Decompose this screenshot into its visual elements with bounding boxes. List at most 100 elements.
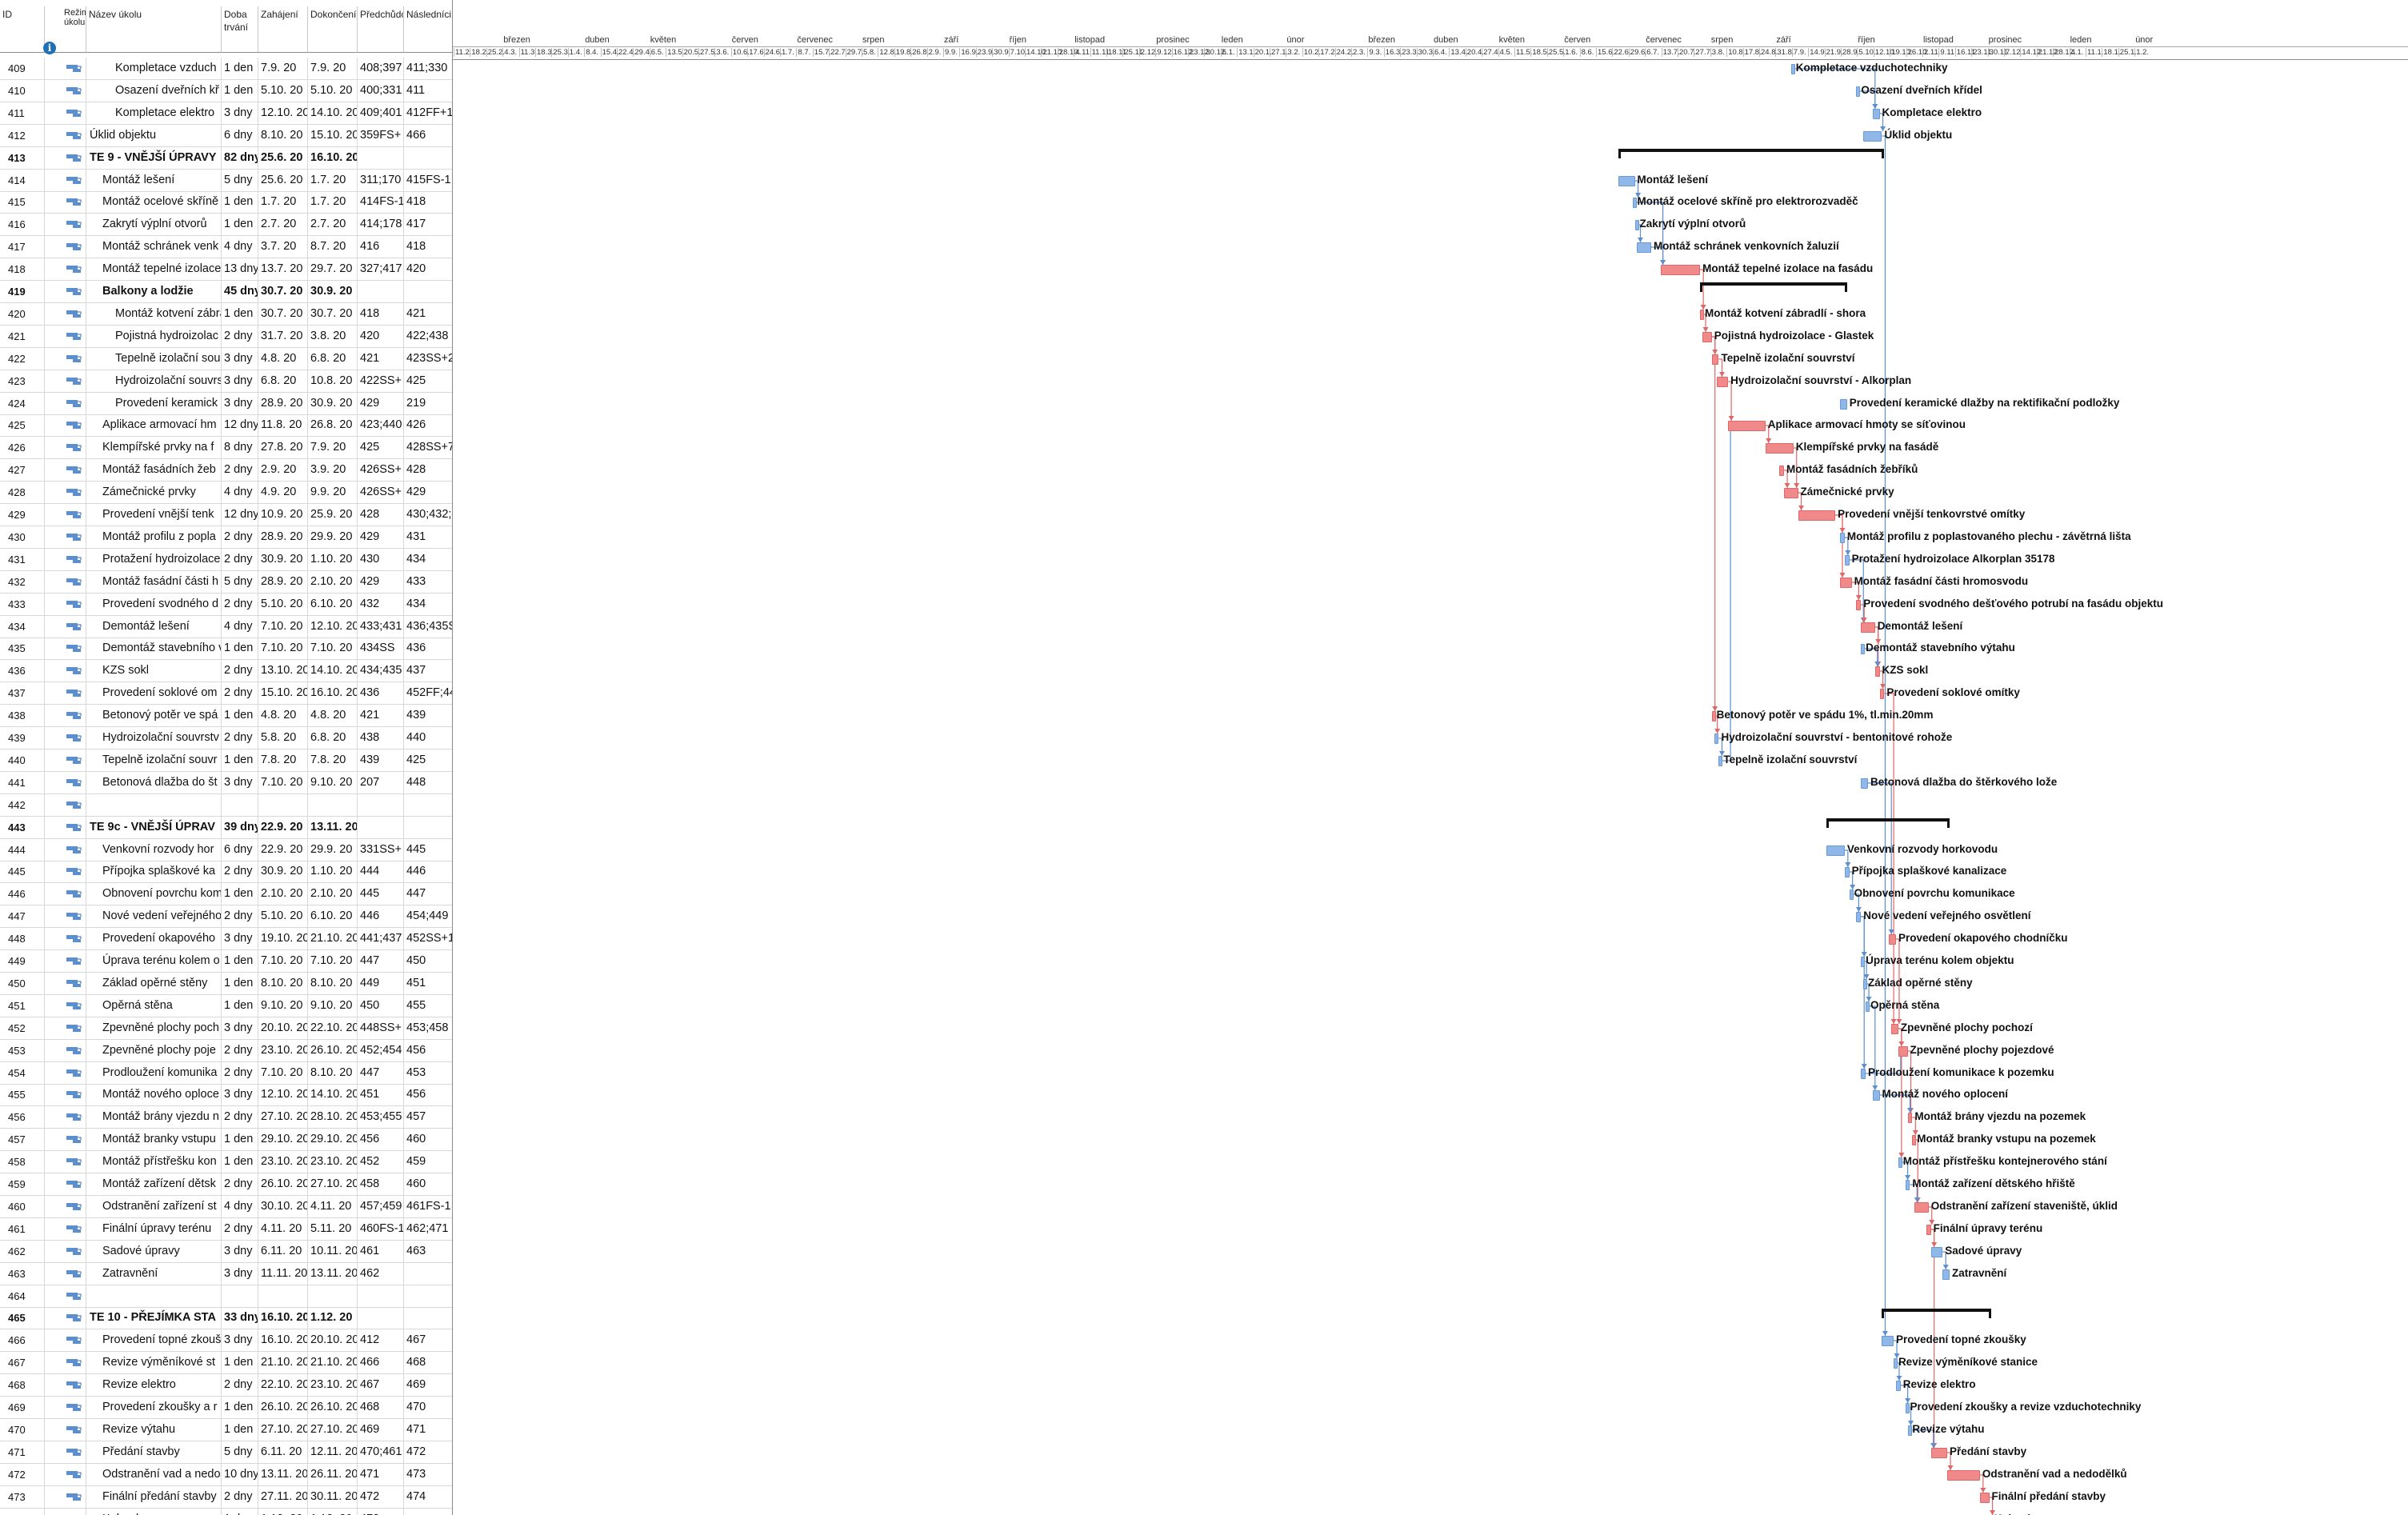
- task-name[interactable]: Odstranění vad a nedo: [86, 1464, 222, 1485]
- task-successors[interactable]: 411: [404, 80, 452, 102]
- task-name[interactable]: Odstranění zařízení st: [86, 1196, 222, 1217]
- task-start[interactable]: 7.10. 20: [258, 1062, 308, 1084]
- task-finish[interactable]: 30.9. 20: [308, 281, 358, 302]
- task-successors[interactable]: [404, 817, 452, 838]
- task-duration[interactable]: 3 dny: [222, 1017, 258, 1039]
- task-bar[interactable]: [1872, 109, 1880, 119]
- task-duration[interactable]: 1 den: [222, 705, 258, 726]
- task-id[interactable]: 414: [0, 170, 45, 191]
- task-name[interactable]: Sadové úpravy: [86, 1241, 222, 1262]
- task-bar[interactable]: [1894, 1358, 1898, 1369]
- task-successors[interactable]: 456: [404, 1084, 452, 1105]
- table-row[interactable]: 450 Základ opěrné stěny 1 den 8.10. 20 8.10.…: [0, 973, 452, 995]
- critical-task-bar[interactable]: [1784, 488, 1798, 498]
- task-start[interactable]: 25.6. 20: [258, 147, 308, 169]
- task-duration[interactable]: 1 den: [222, 995, 258, 1017]
- task-successors[interactable]: 429: [404, 482, 452, 503]
- task-finish[interactable]: 14.10. 20: [308, 1084, 358, 1105]
- task-finish[interactable]: 22.10. 20: [308, 1017, 358, 1039]
- task-predecessors[interactable]: 439: [358, 750, 404, 771]
- task-bar[interactable]: [1856, 86, 1861, 97]
- task-duration[interactable]: 33 dny: [222, 1307, 258, 1329]
- task-successors[interactable]: 422;438: [404, 326, 452, 347]
- task-finish[interactable]: 26.10. 20: [308, 1397, 358, 1418]
- table-row[interactable]: 413 TE 9 - VNĚJŠÍ ÚPRAVY 82 dny 25.6. 20 16.…: [0, 147, 452, 170]
- task-name[interactable]: Montáž brány vjezdu n: [86, 1106, 222, 1128]
- table-row[interactable]: 459 Montáž zařízení dětsk 2 dny 26.10. 20 27…: [0, 1173, 452, 1196]
- task-bar[interactable]: [1718, 756, 1723, 766]
- task-predecessors[interactable]: [358, 1285, 404, 1307]
- task-successors[interactable]: 219: [404, 393, 452, 414]
- task-id[interactable]: 423: [0, 370, 45, 392]
- task-successors[interactable]: 469: [404, 1374, 452, 1396]
- task-successors[interactable]: 411;330: [404, 58, 452, 79]
- task-start[interactable]: 1.7. 20: [258, 191, 308, 213]
- table-row[interactable]: 425 Aplikace armovací hm 12 dny 11.8. 20 26.…: [0, 414, 452, 437]
- task-successors[interactable]: 439: [404, 705, 452, 726]
- table-row[interactable]: 440 Tepelně izolační souvr 1 den 7.8. 20 7.8…: [0, 750, 452, 772]
- task-name[interactable]: Montáž tepelné izolace: [86, 258, 222, 280]
- task-predecessors[interactable]: 422SS+: [358, 370, 404, 392]
- task-name[interactable]: Revize výměníkové st: [86, 1352, 222, 1373]
- task-finish[interactable]: 15.10. 20: [308, 125, 358, 146]
- task-duration[interactable]: 2 dny: [222, 682, 258, 704]
- task-id[interactable]: 465: [0, 1307, 45, 1329]
- task-id[interactable]: 439: [0, 727, 45, 749]
- task-finish[interactable]: 12.10. 20: [308, 616, 358, 638]
- task-duration[interactable]: 1 den: [222, 1419, 258, 1441]
- task-name[interactable]: Zakrytí výplní otvorů: [86, 214, 222, 235]
- table-row[interactable]: 415 Montáž ocelové skříně 1 den 1.7. 20 1.7.…: [0, 191, 452, 214]
- task-start[interactable]: [258, 1285, 308, 1307]
- task-successors[interactable]: 471: [404, 1419, 452, 1441]
- task-start[interactable]: 5.10. 20: [258, 80, 308, 102]
- table-row[interactable]: 458 Montáž přístřešku kon 1 den 23.10. 20 23…: [0, 1151, 452, 1173]
- task-start[interactable]: 2.9. 20: [258, 459, 308, 481]
- task-successors[interactable]: 412FF+1: [404, 102, 452, 124]
- task-successors[interactable]: 417: [404, 214, 452, 235]
- task-start[interactable]: 3.7. 20: [258, 236, 308, 258]
- task-bar[interactable]: [1907, 1425, 1912, 1436]
- task-successors[interactable]: 473: [404, 1464, 452, 1485]
- critical-task-bar[interactable]: [1798, 510, 1836, 521]
- task-duration[interactable]: 1 den: [222, 1509, 258, 1515]
- critical-task-bar[interactable]: [1702, 332, 1712, 342]
- task-bar[interactable]: [1930, 1247, 1943, 1257]
- task-bar[interactable]: [1861, 644, 1866, 654]
- task-duration[interactable]: 2 dny: [222, 1374, 258, 1396]
- task-name[interactable]: Montáž lešení: [86, 170, 222, 191]
- task-finish[interactable]: 14.10. 20: [308, 660, 358, 682]
- task-id[interactable]: 457: [0, 1129, 45, 1150]
- task-id[interactable]: 451: [0, 995, 45, 1017]
- task-successors[interactable]: 425: [404, 370, 452, 392]
- task-successors[interactable]: 445: [404, 839, 452, 861]
- task-start[interactable]: 21.10. 20: [258, 1352, 308, 1373]
- task-duration[interactable]: 3 dny: [222, 1241, 258, 1262]
- critical-task-bar[interactable]: [1660, 265, 1701, 275]
- task-predecessors[interactable]: 447: [358, 1062, 404, 1084]
- table-row[interactable]: 418 Montáž tepelné izolace 13 dny 13.7. 20 2…: [0, 258, 452, 281]
- table-row[interactable]: 422 Tepelně izolační sou 3 dny 4.8. 20 6.8. …: [0, 348, 452, 370]
- table-row[interactable]: 473 Finální předání stavby 2 dny 27.11. 20 3…: [0, 1486, 452, 1509]
- task-duration[interactable]: 2 dny: [222, 459, 258, 481]
- task-name[interactable]: Prodloužení komunika: [86, 1062, 222, 1084]
- task-predecessors[interactable]: 447: [358, 950, 404, 972]
- task-bar[interactable]: [1634, 220, 1639, 230]
- task-name[interactable]: Tepelně izolační sou: [86, 348, 222, 370]
- task-id[interactable]: 417: [0, 236, 45, 258]
- task-start[interactable]: 28.9. 20: [258, 571, 308, 593]
- task-id[interactable]: 466: [0, 1329, 45, 1351]
- table-row[interactable]: 428 Zámečnické prvky 4 dny 4.9. 20 9.9. 20 42…: [0, 482, 452, 504]
- table-row[interactable]: 437 Provedení soklové om 2 dny 15.10. 20 16.…: [0, 682, 452, 705]
- task-id[interactable]: 470: [0, 1419, 45, 1441]
- task-start[interactable]: 29.10. 20: [258, 1129, 308, 1150]
- task-successors[interactable]: 453;458: [404, 1017, 452, 1039]
- task-start[interactable]: 7.9. 20: [258, 58, 308, 79]
- task-id[interactable]: 410: [0, 80, 45, 102]
- task-name[interactable]: Osazení dveřních kř: [86, 80, 222, 102]
- task-id[interactable]: 419: [0, 281, 45, 302]
- task-name[interactable]: Klempířské prvky na f: [86, 437, 222, 458]
- table-row[interactable]: 414 Montáž lešení 5 dny 25.6. 20 1.7. 20 311;…: [0, 170, 452, 192]
- task-successors[interactable]: 426: [404, 414, 452, 436]
- task-predecessors[interactable]: 449: [358, 973, 404, 994]
- task-duration[interactable]: 39 dny: [222, 817, 258, 838]
